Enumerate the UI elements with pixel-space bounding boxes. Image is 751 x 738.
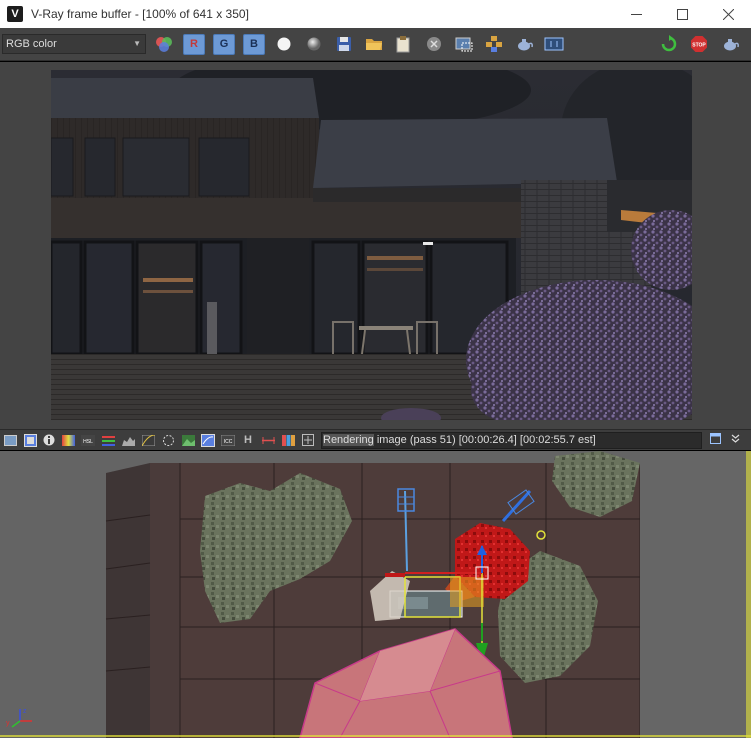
display-correction-icon[interactable] [23, 433, 37, 447]
display-channel-value: RGB color [6, 38, 57, 50]
teapot-render-icon[interactable] [514, 34, 534, 54]
lut-icon[interactable] [201, 433, 215, 447]
color-channels-icon[interactable] [154, 34, 174, 54]
render-area [0, 62, 751, 429]
status-details: image (pass 51) [00:00:26.4] [00:02:55.7… [373, 434, 596, 446]
status-highlight: Rendering [323, 434, 374, 446]
white-circle-icon[interactable] [274, 34, 294, 54]
hsl-icon[interactable]: HSL [81, 433, 95, 447]
axis-label-z: z [23, 708, 27, 715]
scene-viewport[interactable]: z y [0, 451, 751, 738]
close-icon[interactable] [705, 0, 751, 28]
clear-image-icon[interactable] [424, 34, 444, 54]
rendered-house-scene [51, 70, 692, 420]
color-gradient-icon[interactable] [61, 433, 75, 447]
track-mouse-icon[interactable] [484, 34, 504, 54]
title-bar: V V-Ray frame buffer - [100% of 641 x 35… [0, 0, 751, 28]
vray-frame-buffer-window: { "window": { "app_logo": "V-Ray logo", … [0, 0, 751, 738]
compare-split-icon[interactable] [281, 433, 295, 447]
viewport-scene: z y [0, 451, 751, 738]
info-icon[interactable] [42, 433, 56, 447]
display-channel-select[interactable]: RGB color ▼ [2, 34, 146, 54]
green-channel-button[interactable]: G [212, 33, 236, 55]
expand-chevron-icon[interactable] [728, 433, 742, 447]
vray-logo-icon: V [7, 6, 23, 22]
display-panel-icon[interactable] [3, 433, 17, 447]
red-channel-button[interactable]: R [182, 33, 206, 55]
refresh-icon[interactable] [659, 34, 679, 54]
lens-effects-icon[interactable] [161, 433, 175, 447]
main-toolbar: RGB color ▼ R G B STOP [0, 28, 751, 61]
minimize-icon[interactable] [613, 0, 659, 28]
histogram-icon[interactable] [121, 433, 135, 447]
history-icon[interactable] [543, 34, 565, 54]
background-image-icon[interactable] [181, 433, 195, 447]
open-folder-icon[interactable] [364, 34, 384, 54]
region-render-icon[interactable] [454, 34, 474, 54]
h-letter-icon[interactable]: H [241, 433, 255, 447]
render-progress-text: Rendering image (pass 51) [00:00:26.4] [… [321, 432, 702, 449]
clipboard-icon[interactable] [393, 34, 413, 54]
panel-toggle-icon[interactable] [708, 433, 722, 447]
render-status-bar: HSL ICC H Rendering image (pass 51) [00:… [0, 429, 751, 450]
window-title: V-Ray frame buffer - [100% of 641 x 350] [31, 7, 249, 21]
color-balance-icon[interactable] [101, 433, 115, 447]
blue-channel-label: B [243, 33, 265, 55]
chevron-down-icon: ▼ [133, 39, 141, 48]
teapot-options-icon[interactable] [720, 34, 740, 54]
gray-circle-icon[interactable] [304, 34, 324, 54]
window-controls [613, 0, 751, 28]
save-image-icon[interactable] [334, 34, 354, 54]
axis-label-y: y [6, 720, 10, 727]
stop-render-icon[interactable]: STOP [689, 34, 709, 54]
render-image[interactable] [51, 70, 692, 420]
compare-horizontal-icon[interactable] [261, 433, 275, 447]
stop-label: STOP [692, 43, 706, 49]
red-channel-label: R [183, 33, 205, 55]
curve-icon[interactable] [141, 433, 155, 447]
pixel-info-icon[interactable] [301, 433, 315, 447]
svg-text:ICC: ICC [224, 439, 233, 445]
green-channel-label: G [213, 33, 235, 55]
svg-text:HSL: HSL [83, 439, 93, 445]
blue-channel-button[interactable]: B [242, 33, 266, 55]
maximize-icon[interactable] [659, 0, 705, 28]
ocio-icon[interactable]: ICC [221, 433, 235, 447]
